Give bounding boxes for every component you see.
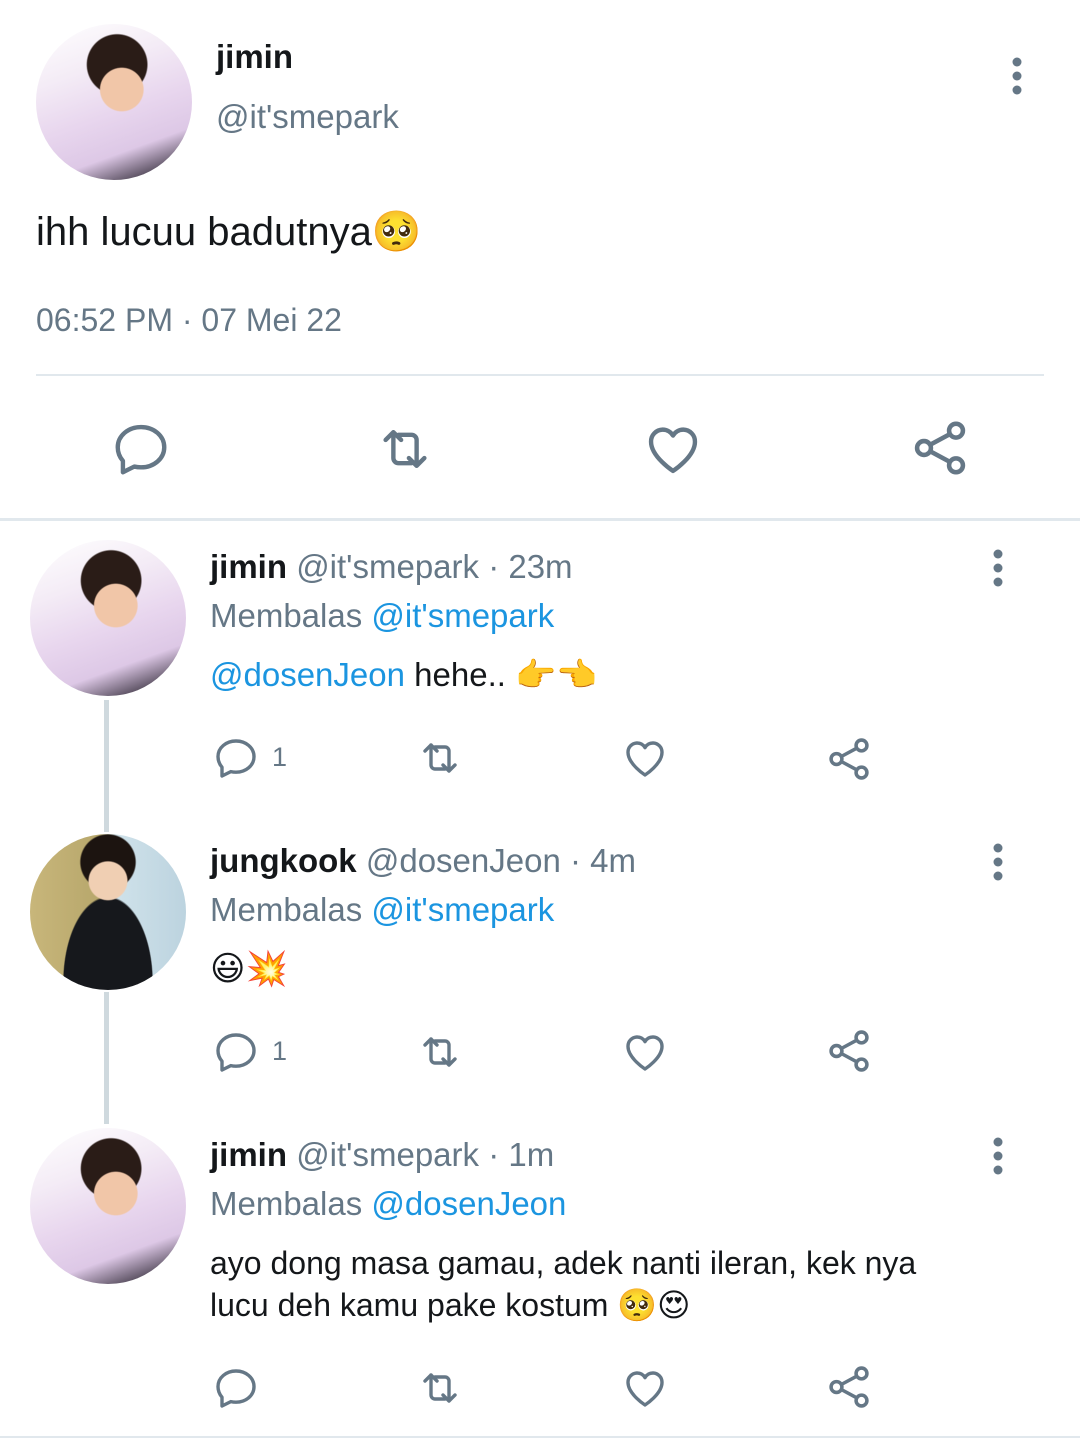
bottom-divider [0,1436,1080,1438]
replying-label: Membalas [210,891,363,928]
author-handle-time: @it'smepark · 23m [296,548,573,585]
reply-icon[interactable] [212,1364,260,1412]
heart-icon[interactable] [620,1364,670,1412]
reply-text: @dosenJeon hehe.. 👉👈 [210,654,597,696]
reply-count: 1 [272,742,288,772]
share-icon[interactable] [824,734,874,784]
reply-text: ayo dong masa gamau, adek nanti ileran, … [210,1242,1030,1326]
tweet-text-body: ihh lucuu badutnya [36,210,372,254]
heart-icon[interactable] [620,734,670,782]
more-vertical-icon[interactable] [1010,56,1024,96]
author-name[interactable]: jungkook [210,842,357,879]
more-vertical-icon[interactable] [991,1136,1005,1176]
replying-to: Membalas @dosenJeon [210,1185,566,1223]
retweet-icon[interactable] [414,1028,466,1076]
share-icon[interactable] [824,1026,874,1076]
avatar[interactable] [30,1128,186,1284]
retweet-icon[interactable] [372,418,438,480]
thread-line [104,700,109,832]
retweet-icon[interactable] [414,1364,466,1412]
more-vertical-icon[interactable] [991,548,1005,588]
section-divider [0,518,1080,521]
reply-count: 1 [272,1036,288,1066]
author-handle[interactable]: @it'smepark [216,98,399,136]
reply-header: jimin @it'smepark · 23m [210,548,573,586]
heart-icon[interactable] [620,1028,670,1076]
replying-to: Membalas @it'smepark [210,597,554,635]
pleading-face-emoji: 🥺 [371,209,422,255]
replying-label: Membalas [210,597,363,634]
retweet-icon[interactable] [414,734,466,782]
author-name[interactable]: jimin [216,38,293,76]
share-icon[interactable] [824,1362,874,1412]
reply-header: jimin @it'smepark · 1m [210,1136,554,1174]
replying-to-link[interactable]: @dosenJeon [371,1185,566,1222]
heart-icon[interactable] [642,418,704,480]
reply-text-body: lucu deh kamu pake kostum [210,1287,609,1323]
reply-text-line: ayo dong masa gamau, adek nanti ileran, … [210,1245,917,1281]
pointing-fingers-emoji: 👉👈 [515,655,598,694]
tweet-text: ihh lucuu badutnya🥺 [36,208,422,255]
reply-icon[interactable] [212,734,260,782]
replying-to-link[interactable]: @it'smepark [371,891,554,928]
thread-line [104,992,109,1124]
author-name[interactable]: jimin [210,1136,287,1173]
more-vertical-icon[interactable] [991,842,1005,882]
mention-link[interactable]: @dosenJeon [210,656,405,693]
tweet-timestamp: 06:52 PM · 07 Mei 22 [36,302,342,338]
replying-to-link[interactable]: @it'smepark [371,597,554,634]
reply-icon[interactable] [110,418,172,480]
replying-label: Membalas [210,1185,363,1222]
reply-header: jungkook @dosenJeon · 4m [210,842,636,880]
author-name[interactable]: jimin [210,548,287,585]
reply-text-body: hehe.. [414,656,506,693]
author-handle-time: @it'smepark · 1m [296,1136,555,1173]
avatar[interactable] [30,834,186,990]
author-handle-time: @dosenJeon · 4m [365,842,636,879]
share-icon[interactable] [908,416,972,480]
replying-to: Membalas @it'smepark [210,891,554,929]
reply-emoji: 🥺😍 [617,1286,691,1324]
reply-icon[interactable] [212,1028,260,1076]
divider [36,374,1044,376]
reply-emoji: 😃💥 [210,949,288,989]
reply-text-line: lucu deh kamu pake kostum 🥺😍 [210,1284,1030,1326]
avatar[interactable] [36,24,192,180]
avatar[interactable] [30,540,186,696]
